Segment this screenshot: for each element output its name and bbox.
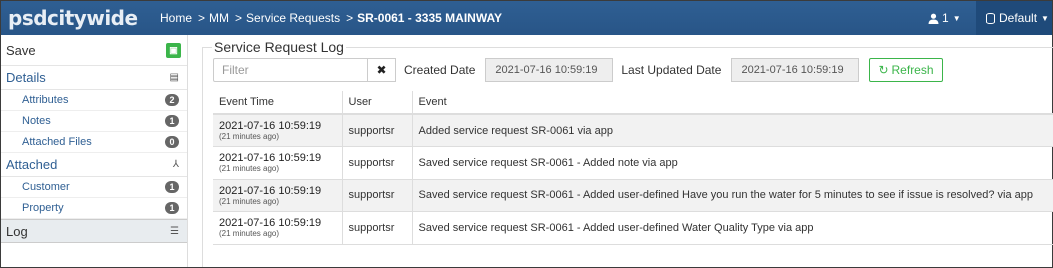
event-time: 2021-07-16 10:59:19 <box>219 184 322 197</box>
cell-event-time: 2021-07-16 10:59:19 (21 minutes ago) <box>213 114 342 147</box>
table-row: 2021-07-16 10:59:19 (21 minutes ago) supp… <box>213 114 1053 147</box>
sidebar-item-label: Notes <box>22 115 51 127</box>
sidebar: Save ▣ Details ▤ Attributes 2 Notes 1 At… <box>1 35 188 267</box>
app-logo[interactable]: psdcitywide <box>8 6 148 30</box>
event-time: 2021-07-16 10:59:19 <box>219 120 322 132</box>
cell-user: supportsr <box>341 211 412 245</box>
breadcrumb-separator: > <box>346 11 354 25</box>
user-icon <box>928 13 939 24</box>
breadcrumb-mm[interactable]: MM <box>209 11 229 25</box>
attached-label: Attached <box>6 157 58 172</box>
sidebar-section-details[interactable]: Details ▤ <box>1 66 187 90</box>
event-relative-time: (21 minutes ago) <box>219 229 280 239</box>
event-relative-time: (21 minutes ago) <box>219 196 280 206</box>
close-icon: ✖ <box>376 63 387 77</box>
database-label: Default <box>999 11 1038 25</box>
table-row: 2021-07-16 10:59:19 (21 minutes ago) supp… <box>213 211 1053 245</box>
breadcrumb-home[interactable]: Home <box>160 11 192 25</box>
count-badge: 1 <box>165 202 179 214</box>
sidebar-item-label: Customer <box>22 181 70 193</box>
breadcrumb: Home > MM > Service Requests > SR-0061 -… <box>160 11 508 25</box>
count-badge: 0 <box>165 136 179 148</box>
cell-user: supportsr <box>341 114 412 147</box>
sidebar-item-notes[interactable]: Notes 1 <box>1 111 187 132</box>
clear-filter-button[interactable]: ✖ <box>368 58 396 82</box>
event-log-table: Event Time User Event 2021-07-16 10:59:1… <box>213 91 1053 245</box>
caret-down-icon: ▼ <box>952 13 961 23</box>
sidebar-section-attached[interactable]: Attached ⅄ <box>1 153 187 177</box>
column-header-user[interactable]: User <box>341 91 412 115</box>
sidebar-item-customer[interactable]: Customer 1 <box>1 177 187 198</box>
sidebar-item-attributes[interactable]: Attributes 2 <box>1 90 187 111</box>
sidebar-item-label: Property <box>22 202 64 214</box>
refresh-icon: ↻ <box>878 63 889 77</box>
sitemap-icon: ⅄ <box>172 159 179 170</box>
cell-event: Saved service request SR-0061 - Added us… <box>411 211 1053 245</box>
cell-user: supportsr <box>341 179 412 212</box>
count-badge: 2 <box>165 94 179 106</box>
breadcrumb-service-requests[interactable]: Service Requests <box>246 11 340 25</box>
column-header-event-time[interactable]: Event Time <box>213 91 342 115</box>
database-icon <box>986 12 995 24</box>
sidebar-item-label: Attached Files <box>22 136 92 148</box>
updated-date-label: Last Updated Date <box>621 63 722 77</box>
breadcrumb-separator: > <box>235 11 243 25</box>
cell-user: supportsr <box>341 146 412 180</box>
cell-event: Saved service request SR-0061 - Added us… <box>411 179 1053 212</box>
list-icon: ▤ <box>169 72 179 83</box>
table-row: 2021-07-16 10:59:19 (21 minutes ago) supp… <box>213 179 1053 212</box>
filter-input[interactable]: Filter <box>213 58 368 82</box>
database-menu[interactable]: Default ▼ <box>976 1 1052 35</box>
sidebar-item-log[interactable]: Log ☰ <box>1 219 187 243</box>
cell-event-time: 2021-07-16 10:59:19 (21 minutes ago) <box>213 146 342 180</box>
refresh-label: Refresh <box>891 63 934 77</box>
user-menu[interactable]: 1 ▼ <box>928 1 961 35</box>
sidebar-save[interactable]: Save ▣ <box>1 35 187 66</box>
event-relative-time: (21 minutes ago) <box>219 132 280 141</box>
table-header-row: Event Time User Event <box>213 91 1053 115</box>
count-badge: 1 <box>165 115 179 127</box>
panel-title: Service Request Log <box>212 39 346 55</box>
created-date-label: Created Date <box>404 63 476 77</box>
log-label: Log <box>6 223 28 239</box>
sidebar-item-attached-files[interactable]: Attached Files 0 <box>1 132 187 153</box>
user-count: 1 <box>942 11 949 25</box>
event-time: 2021-07-16 10:59:19 <box>219 217 322 230</box>
cell-event-time: 2021-07-16 10:59:19 (21 minutes ago) <box>213 211 342 245</box>
details-label: Details <box>6 70 46 85</box>
save-label: Save <box>6 42 36 58</box>
refresh-button[interactable]: ↻ Refresh <box>869 58 943 82</box>
sidebar-item-label: Attributes <box>22 94 69 106</box>
cell-event: Added service request SR-0061 via app <box>411 114 1053 147</box>
created-date-field: 2021-07-16 10:59:19 <box>485 58 614 82</box>
top-navbar: psdcitywide Home > MM > Service Requests… <box>1 1 1052 35</box>
cell-event-time: 2021-07-16 10:59:19 (21 minutes ago) <box>213 179 342 212</box>
count-badge: 1 <box>165 181 179 193</box>
menu-icon: ☰ <box>170 225 179 237</box>
log-toolbar: Filter ✖ Created Date 2021-07-16 10:59:1… <box>213 58 943 82</box>
event-relative-time: (21 minutes ago) <box>219 164 280 174</box>
updated-date-field: 2021-07-16 10:59:19 <box>731 58 860 82</box>
caret-down-icon: ▼ <box>1041 13 1049 23</box>
event-time: 2021-07-16 10:59:19 <box>219 152 322 165</box>
save-icon[interactable]: ▣ <box>166 42 181 58</box>
column-header-event[interactable]: Event <box>411 91 1053 115</box>
sidebar-item-property[interactable]: Property 1 <box>1 198 187 219</box>
cell-event: Saved service request SR-0061 - Added no… <box>411 146 1053 180</box>
breadcrumb-current: SR-0061 - 3335 MAINWAY <box>357 11 503 25</box>
breadcrumb-separator: > <box>198 11 206 25</box>
table-row: 2021-07-16 10:59:19 (21 minutes ago) supp… <box>213 146 1053 180</box>
